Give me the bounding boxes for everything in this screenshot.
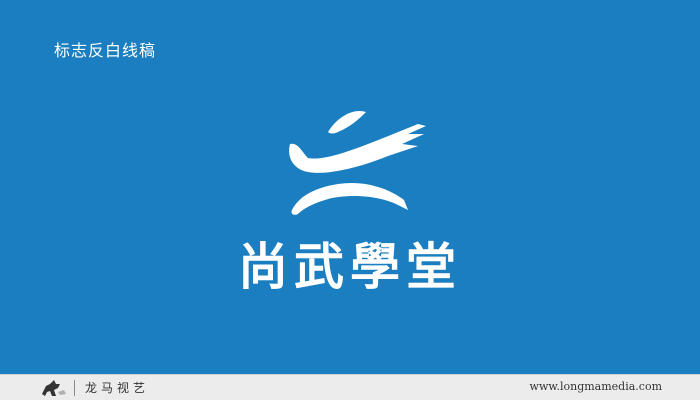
footer-divider bbox=[74, 379, 75, 396]
page-title: 标志反白线稿 bbox=[54, 41, 157, 60]
logo-wordmark: 尚武學堂 bbox=[238, 237, 462, 296]
artboard: 标志反白线稿 尚武學堂 bbox=[0, 0, 700, 374]
running-horse-logo-icon bbox=[42, 379, 66, 396]
brush-stroke-emblem-icon bbox=[289, 110, 426, 215]
footer-url-link[interactable]: www.longmamedia.com bbox=[530, 380, 662, 393]
footer-bar: 龙马视艺 www.longmamedia.com bbox=[0, 374, 700, 400]
footer-brand: 龙马视艺 bbox=[85, 381, 150, 395]
